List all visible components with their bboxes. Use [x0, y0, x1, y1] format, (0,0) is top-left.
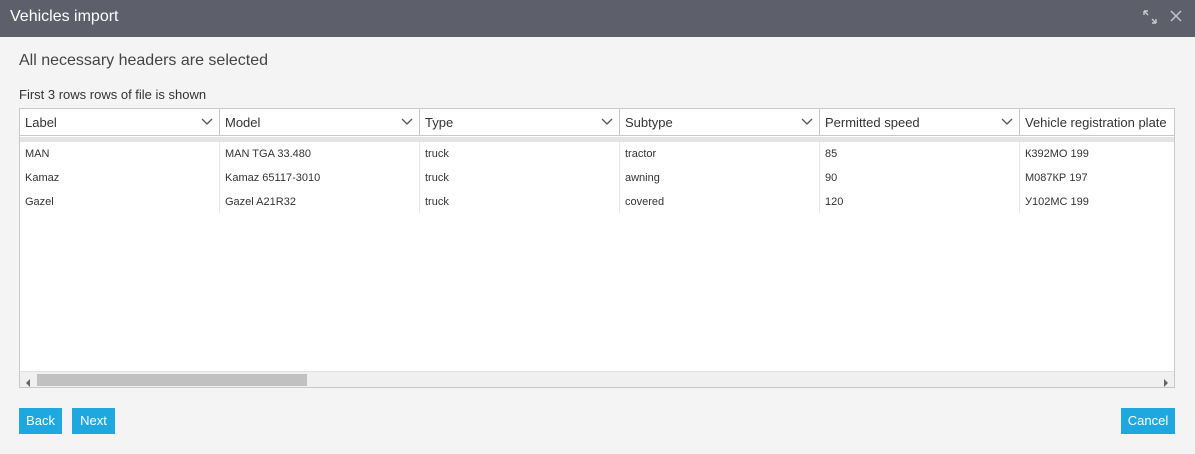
table-header: Label Model Type Subtype Permitted speed… [20, 109, 1174, 136]
chevron-down-icon [401, 115, 413, 127]
table-row: Gazel Gazel A21R32 truck covered 120 У10… [20, 190, 1174, 214]
column-header-label: Permitted speed [825, 115, 920, 130]
status-heading: All necessary headers are selected [19, 52, 269, 69]
window-title: Vehicles import [10, 8, 119, 25]
table-cell: MAN TGA 33.480 [220, 142, 420, 166]
table-cell: truck [420, 142, 620, 166]
column-header-label: Type [425, 115, 454, 130]
chevron-down-icon [801, 115, 813, 127]
chevron-down-icon [1001, 115, 1013, 127]
chevron-down-icon [601, 115, 613, 127]
column-header-select[interactable]: Model [220, 109, 420, 136]
scroll-left-arrow-icon[interactable] [24, 375, 32, 387]
column-header-select[interactable]: Permitted speed [820, 109, 1020, 136]
table-row: Kamaz Kamaz 65117-3010 truck awning 90 М… [20, 166, 1174, 190]
table-cell: MAN [20, 142, 220, 166]
table-cell: awning [620, 166, 820, 190]
column-header-label: Label [25, 115, 57, 130]
scrollbar-thumb[interactable] [37, 374, 307, 386]
rows-shown-caption: First 3 rows rows of file is shown [19, 87, 207, 102]
column-header-select[interactable]: Subtype [620, 109, 820, 136]
expand-arrows-icon[interactable] [1141, 9, 1159, 27]
column-header-select[interactable]: Vehicle registration plate [1020, 109, 1174, 136]
next-button[interactable]: Next [72, 408, 115, 434]
table-cell: Gazel [20, 190, 220, 214]
table-cell: covered [620, 190, 820, 214]
table-cell: tractor [620, 142, 820, 166]
scroll-right-arrow-icon[interactable] [1162, 375, 1170, 387]
table-row: MAN MAN TGA 33.480 truck tractor 85 К392… [20, 142, 1174, 166]
table-cell: У102МС 199 [1020, 190, 1174, 214]
close-icon[interactable] [1167, 9, 1185, 27]
table-cell: М087КР 197 [1020, 166, 1174, 190]
column-header-label: Subtype [625, 115, 673, 130]
table-cell: truck [420, 166, 620, 190]
preview-table: Label Model Type Subtype Permitted speed… [19, 108, 1175, 388]
table-cell: truck [420, 190, 620, 214]
column-header-label: Vehicle registration plate [1025, 115, 1167, 130]
column-header-label: Model [225, 115, 261, 130]
window-titlebar: Vehicles import [0, 0, 1195, 37]
horizontal-scrollbar[interactable] [20, 371, 1174, 387]
chevron-down-icon [201, 115, 213, 127]
column-header-select[interactable]: Type [420, 109, 620, 136]
back-button[interactable]: Back [19, 408, 62, 434]
table-cell: Kamaz [20, 166, 220, 190]
column-header-select[interactable]: Label [20, 109, 220, 136]
table-cell: К392МО 199 [1020, 142, 1174, 166]
table-cell: 85 [820, 142, 1020, 166]
cancel-button[interactable]: Cancel [1121, 408, 1175, 434]
table-cell: Gazel A21R32 [220, 190, 420, 214]
table-cell: 90 [820, 166, 1020, 190]
table-cell: 120 [820, 190, 1020, 214]
table-cell: Kamaz 65117-3010 [220, 166, 420, 190]
